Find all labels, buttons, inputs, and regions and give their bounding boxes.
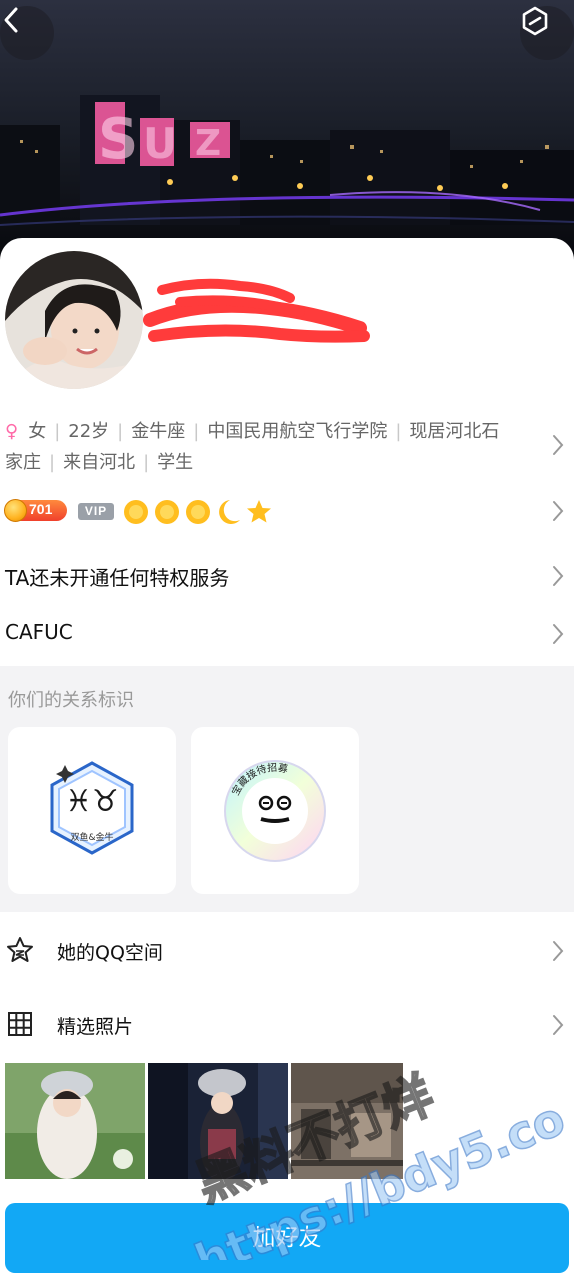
qzone-row[interactable]: 她的QQ空间 xyxy=(0,920,574,980)
featured-photos xyxy=(5,1063,574,1179)
chevron-right-icon xyxy=(553,501,564,521)
chevron-right-icon xyxy=(553,435,564,455)
hometown-text: 来自河北 xyxy=(63,452,136,473)
level-number: 701 xyxy=(29,501,53,517)
svg-text:♓♉: ♓♉ xyxy=(65,784,119,819)
chevron-right-icon xyxy=(553,624,564,644)
chevron-right-icon xyxy=(553,1015,564,1035)
star-outline-icon xyxy=(7,937,33,962)
qzone-label: 她的QQ空间 xyxy=(57,942,163,964)
cover-photo[interactable]: S U Z xyxy=(0,0,574,262)
chevron-left-icon xyxy=(4,7,18,33)
hexagon-menu-icon xyxy=(522,6,548,36)
featured-photos-label: 精选照片 xyxy=(57,1016,134,1038)
gender-text: 女 xyxy=(28,421,47,442)
sun-icon xyxy=(124,500,148,524)
smiley-badge-icon: 宝藏接待招募 xyxy=(224,760,326,862)
profile-info-row[interactable]: ♀ 女 | 22岁 | 金牛座 | 中国民用航空飞行学院 | 现居河北石家庄 | 来自河北 | 学生 xyxy=(0,410,574,480)
nickname-redacted xyxy=(140,272,370,356)
relationship-title: 你们的关系标识 xyxy=(8,690,134,711)
relationship-badge-zodiac[interactable]: ♓♉ 双鱼&金牛 xyxy=(8,727,176,894)
level-icons xyxy=(124,500,271,524)
more-button[interactable] xyxy=(520,6,574,60)
occupation-text: 学生 xyxy=(157,452,194,473)
photo-thumbnail[interactable] xyxy=(148,1063,288,1179)
female-icon: ♀ xyxy=(5,421,19,442)
chevron-right-icon xyxy=(553,566,564,586)
featured-photos-row[interactable]: 精选照片 xyxy=(0,994,574,1054)
signature-row[interactable]: CAFUC xyxy=(0,606,574,662)
chevron-right-icon xyxy=(553,941,564,961)
relationship-section: 你们的关系标识 ♓♉ 双鱼&金牛 宝藏接待招募 xyxy=(0,666,574,912)
coin-icon xyxy=(4,499,27,522)
add-friend-button[interactable]: 加好友 xyxy=(5,1203,569,1273)
privilege-row[interactable]: TA还未开通任何特权服务 xyxy=(0,548,574,604)
svg-text:Z: Z xyxy=(195,123,221,164)
svg-text:S: S xyxy=(98,107,138,172)
profile-info-text: ♀ 女 | 22岁 | 金牛座 | 中国民用航空飞行学院 | 现居河北石家庄 | 来自河北 | 学生 xyxy=(5,421,500,473)
avatar[interactable] xyxy=(5,251,143,389)
zodiac-badge-label: 双鱼&金牛 xyxy=(70,831,113,843)
back-button[interactable] xyxy=(0,6,54,60)
photo-thumbnail[interactable] xyxy=(291,1063,403,1179)
privilege-text: TA还未开通任何特权服务 xyxy=(5,566,230,590)
age-text: 22岁 xyxy=(68,421,110,442)
moon-icon xyxy=(219,500,240,524)
avatar-photo xyxy=(5,251,143,389)
svg-text:U: U xyxy=(143,119,177,168)
level-badge-row[interactable]: 701 VIP xyxy=(0,492,574,532)
zodiac-badge-icon: ♓♉ 双鱼&金牛 xyxy=(50,761,134,855)
sun-icon xyxy=(155,500,179,524)
zodiac-text: 金牛座 xyxy=(131,421,186,442)
star-icon xyxy=(247,500,271,523)
grid-icon xyxy=(8,1012,32,1036)
school-text: 中国民用航空飞行学院 xyxy=(207,421,388,442)
city-night-scene: S U Z xyxy=(0,0,574,262)
photo-thumbnail[interactable] xyxy=(5,1063,145,1179)
sun-icon xyxy=(186,500,210,524)
signature-text: CAFUC xyxy=(5,620,73,644)
vip-badge: VIP xyxy=(78,503,114,520)
relationship-badge-emoji[interactable]: 宝藏接待招募 xyxy=(191,727,359,894)
